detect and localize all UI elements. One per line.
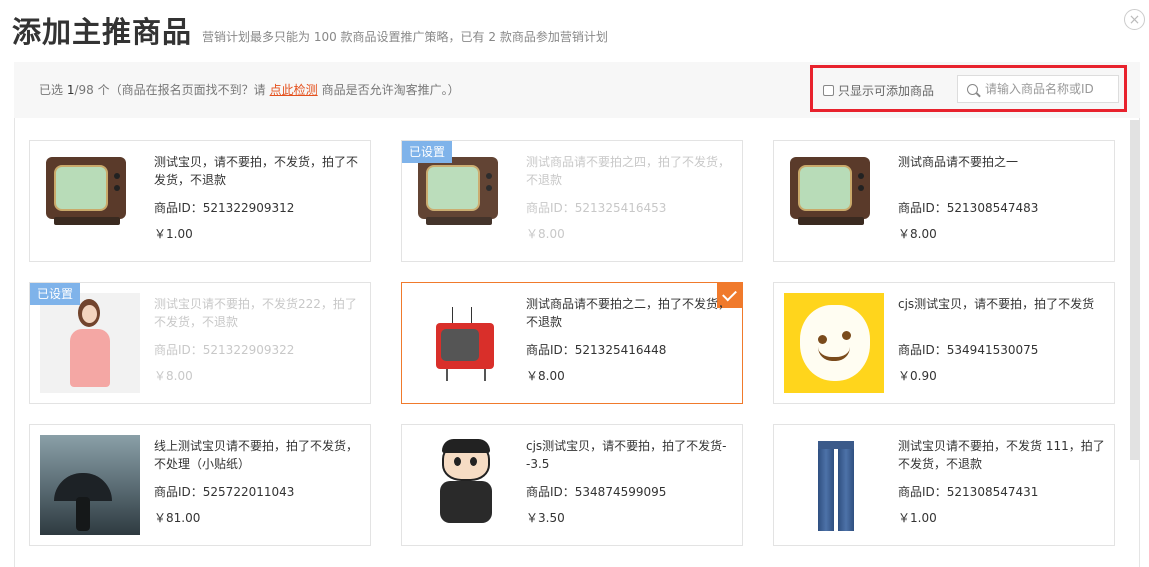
product-card-selected[interactable]: 测试商品请不要拍之二，拍了不发货，不退款 商品ID：521325416448 ￥… bbox=[401, 282, 743, 404]
close-icon[interactable]: × bbox=[1124, 9, 1145, 30]
product-card[interactable]: 线上测试宝贝请不要拍，拍了不发货，不处理（小贴纸） 商品ID：525722011… bbox=[29, 424, 371, 546]
configured-badge: 已设置 bbox=[30, 283, 81, 305]
product-id: 商品ID：521325416453 bbox=[526, 201, 667, 215]
umbrella-photo bbox=[40, 435, 140, 535]
product-card: 已设置 测试宝贝请不要拍，不发货222，拍了不发货，不退款 商品ID：52132… bbox=[29, 282, 371, 404]
tv-icon bbox=[40, 151, 140, 251]
dialog-title: 添加主推商品 bbox=[12, 15, 193, 49]
selected-total: /98 个 bbox=[74, 83, 110, 97]
product-name: 线上测试宝贝请不要拍，拍了不发货，不处理（小贴纸） bbox=[154, 439, 359, 471]
toolbar: 已选 1/98 个（商品在报名页面找不到？请 点此检测 商品是否允许淘客推广。） 只… bbox=[14, 62, 1140, 118]
product-price: ￥1.00 bbox=[154, 227, 193, 241]
product-id: 商品ID：534874599095 bbox=[526, 485, 667, 499]
jeans-photo bbox=[784, 435, 884, 535]
only-addable-filter[interactable]: 只显示可添加商品 bbox=[823, 82, 934, 99]
product-id: 商品ID：521308547431 bbox=[898, 485, 1039, 499]
cartoon-icon bbox=[412, 435, 512, 535]
selected-prefix: 已选 bbox=[39, 83, 67, 97]
configured-badge: 已设置 bbox=[402, 141, 453, 163]
product-id: 商品ID：521308547483 bbox=[898, 201, 1039, 215]
product-price: ￥81.00 bbox=[154, 511, 201, 525]
check-link[interactable]: 点此检测 bbox=[270, 83, 318, 97]
product-name: 测试商品请不要拍之二，拍了不发货，不退款 bbox=[526, 297, 731, 329]
search-input[interactable] bbox=[985, 82, 1111, 96]
hint-after: 商品是否允许淘客推广。） bbox=[321, 83, 460, 97]
dress-photo bbox=[40, 293, 140, 393]
dialog-header: 添加主推商品 营销计划最多只能为 100 款商品设置推广策略，已有 2 款商品参… bbox=[12, 12, 608, 52]
product-card[interactable]: 测试宝贝请不要拍，不发货 111，拍了不发货，不退款 商品ID：52130854… bbox=[773, 424, 1115, 546]
search-icon bbox=[967, 83, 978, 95]
product-price: ￥1.00 bbox=[898, 511, 937, 525]
product-name: 测试商品请不要拍之一 bbox=[898, 155, 1019, 169]
product-price: ￥3.50 bbox=[526, 511, 565, 525]
only-addable-checkbox[interactable] bbox=[823, 85, 834, 96]
product-id: 商品ID：525722011043 bbox=[154, 485, 295, 499]
dialog-subtitle: 营销计划最多只能为 100 款商品设置推广策略，已有 2 款商品参加营销计划 bbox=[202, 30, 608, 44]
selection-summary: 已选 1/98 个（商品在报名页面找不到？请 点此检测 商品是否允许淘客推广。） bbox=[39, 81, 460, 98]
product-card: 已设置 测试商品请不要拍之四，拍了不发货，不退款 商品ID：5213254164… bbox=[401, 140, 743, 262]
hint-before: （商品在报名页面找不到？请 bbox=[109, 83, 266, 97]
product-name: 测试宝贝，请不要拍，不发货，拍了不发货，不退款 bbox=[154, 155, 359, 187]
tv-icon bbox=[784, 151, 884, 251]
product-id: 商品ID：521325416448 bbox=[526, 343, 667, 357]
product-price: ￥8.00 bbox=[898, 227, 937, 241]
product-card[interactable]: cjs测试宝贝，请不要拍，拍了不发货--3.5 商品ID：53487459909… bbox=[401, 424, 743, 546]
search-box[interactable] bbox=[957, 75, 1119, 103]
product-card[interactable]: 测试商品请不要拍之一 商品ID：521308547483 ￥8.00 bbox=[773, 140, 1115, 262]
product-price: ￥8.00 bbox=[526, 227, 565, 241]
product-card[interactable]: 测试宝贝，请不要拍，不发货，拍了不发货，不退款 商品ID：52132290931… bbox=[29, 140, 371, 262]
product-price: ￥8.00 bbox=[154, 369, 193, 383]
smiley-icon bbox=[784, 293, 884, 393]
product-name: 测试商品请不要拍之四，拍了不发货，不退款 bbox=[526, 155, 731, 187]
product-price: ￥0.90 bbox=[898, 369, 937, 383]
product-id: 商品ID：534941530075 bbox=[898, 343, 1039, 357]
product-name: 测试宝贝请不要拍，不发货222，拍了不发货，不退款 bbox=[154, 297, 357, 329]
product-price: ￥8.00 bbox=[526, 369, 565, 383]
product-id: 商品ID：521322909312 bbox=[154, 201, 295, 215]
only-addable-label: 只显示可添加商品 bbox=[838, 84, 935, 98]
product-card[interactable]: cjs测试宝贝，请不要拍，拍了不发货 商品ID：534941530075 ￥0.… bbox=[773, 282, 1115, 404]
tv-icon bbox=[412, 151, 512, 251]
scrollbar[interactable] bbox=[1130, 120, 1140, 460]
product-name: cjs测试宝贝，请不要拍，拍了不发货 bbox=[898, 297, 1095, 311]
product-id: 商品ID：521322909322 bbox=[154, 343, 295, 357]
product-name: 测试宝贝请不要拍，不发货 111，拍了不发货，不退款 bbox=[898, 439, 1105, 471]
filter-highlight-box: 只显示可添加商品 bbox=[810, 65, 1127, 112]
product-name: cjs测试宝贝，请不要拍，拍了不发货--3.5 bbox=[526, 439, 727, 471]
red-tv-icon bbox=[412, 293, 512, 393]
